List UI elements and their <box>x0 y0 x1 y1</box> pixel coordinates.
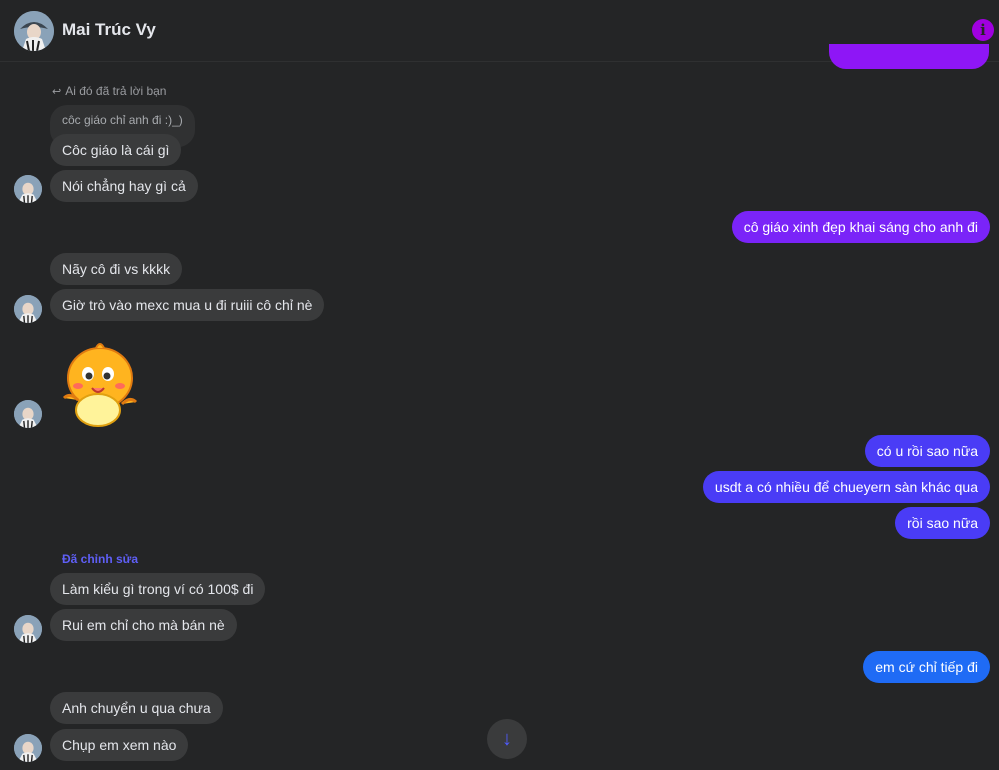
reply-note: ↩ Ai đó đã trả lời bạn <box>52 84 166 98</box>
info-icon[interactable]: i <box>972 19 994 41</box>
contact-name[interactable]: Mai Trúc Vy <box>62 20 156 40</box>
message-bubble-incoming[interactable]: Côc giáo là cái gì <box>50 134 182 166</box>
scroll-to-bottom-button[interactable]: ↓ <box>487 719 527 759</box>
contact-avatar[interactable] <box>14 11 54 51</box>
message-bubble-outgoing[interactable]: em cứ chỉ tiếp đi <box>863 651 990 683</box>
message-bubble-incoming[interactable]: Giờ trò vào mexc mua u đi ruiii cô chỉ n… <box>50 289 325 321</box>
sender-avatar <box>14 175 42 203</box>
message-bubble-incoming[interactable]: Anh chuyển u qua chưa <box>50 692 223 724</box>
message-bubble-incoming[interactable]: Nãy cô đi vs kkkk <box>50 253 183 285</box>
message-bubble-outgoing[interactable]: usdt a có nhiều để chueyern sàn khác qua <box>702 471 990 503</box>
chick-sticker[interactable] <box>50 338 142 430</box>
sender-avatar <box>14 295 42 323</box>
message-bubble-incoming[interactable]: Làm kiểu gì trong ví có 100$ đi <box>50 573 266 605</box>
sender-avatar <box>14 734 42 762</box>
arrow-down-icon: ↓ <box>502 728 512 750</box>
reply-arrow-icon: ↩ <box>52 86 62 98</box>
reply-note-text: Ai đó đã trả lời bạn <box>65 84 167 98</box>
message-bubble-outgoing-partial <box>829 44 989 69</box>
sender-avatar <box>14 400 42 428</box>
message-bubble-incoming[interactable]: Nói chẳng hay gì cả <box>50 170 198 202</box>
message-bubble-outgoing[interactable]: có u rồi sao nữa <box>864 435 990 467</box>
message-bubble-outgoing[interactable]: cô giáo xinh đẹp khai sáng cho anh đi <box>731 211 990 243</box>
message-bubble-outgoing[interactable]: rồi sao nữa <box>895 507 990 539</box>
edited-label: Đã chỉnh sửa <box>62 552 139 566</box>
message-bubble-incoming[interactable]: Rui em chỉ cho mà bán nè <box>50 609 237 641</box>
sender-avatar <box>14 615 42 643</box>
message-bubble-incoming[interactable]: Chụp em xem nào <box>50 729 189 761</box>
